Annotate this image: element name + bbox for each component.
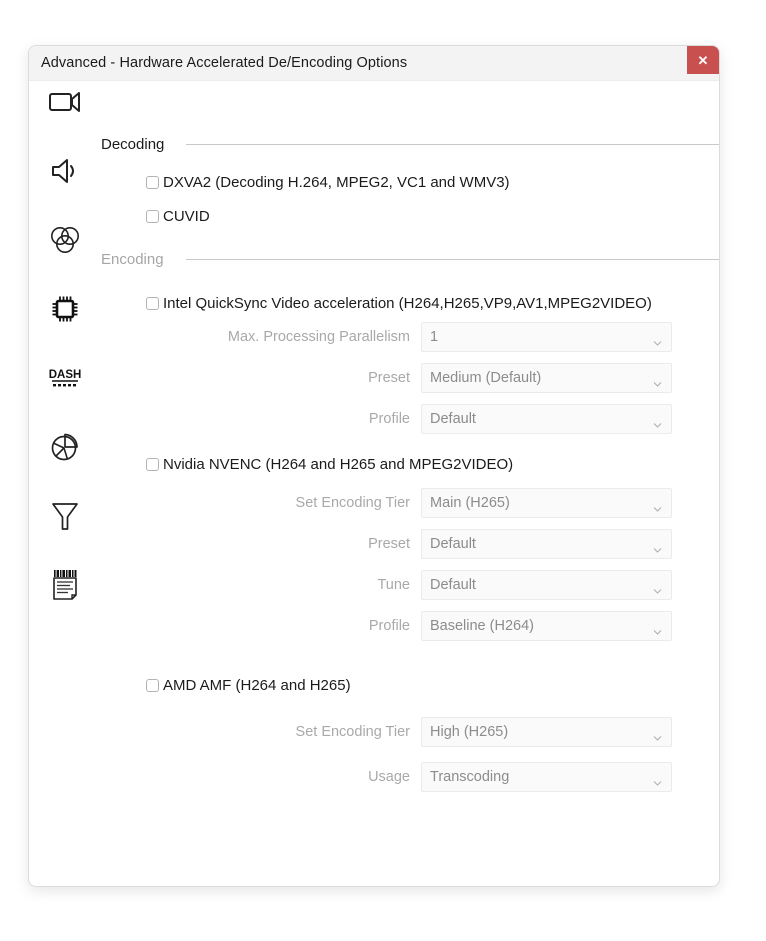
section-header-decoding: Decoding xyxy=(101,136,719,153)
field-label-nvenc-encoding-tier: Set Encoding Tier xyxy=(295,495,410,511)
dropdown-amf-encoding-tier[interactable]: High (H265) xyxy=(421,717,672,747)
field-amf-usage: Usage Transcoding xyxy=(101,762,719,792)
cuvid-checkbox-box[interactable] xyxy=(146,210,159,223)
sidebar: DASH xyxy=(29,79,101,886)
field-label-amf-encoding-tier: Set Encoding Tier xyxy=(295,724,410,740)
pie-chart-icon xyxy=(49,431,81,463)
section-divider xyxy=(186,144,719,145)
dropdown-amf-usage[interactable]: Transcoding xyxy=(421,762,672,792)
dropdown-value: Default xyxy=(430,411,476,427)
field-nvenc-preset: Preset Default xyxy=(101,529,719,559)
amd-amf-checkbox-box[interactable] xyxy=(146,679,159,692)
color-circles-icon xyxy=(49,225,81,255)
chevron-down-icon xyxy=(653,417,662,428)
dash-icon: DASH xyxy=(48,366,82,390)
field-nvenc-tune: Tune Default xyxy=(101,570,719,600)
chevron-down-icon xyxy=(653,624,662,635)
dropdown-nvenc-profile[interactable]: Baseline (H264) xyxy=(421,611,672,641)
dropdown-value: Transcoding xyxy=(430,769,510,785)
checkbox-intel-quicksync-label: Intel QuickSync Video acceleration (H264… xyxy=(163,295,652,312)
sidebar-item-statistics[interactable] xyxy=(29,424,101,470)
sidebar-item-filters[interactable] xyxy=(29,493,101,539)
sidebar-item-dash[interactable]: DASH xyxy=(29,355,101,401)
dropdown-value: High (H265) xyxy=(430,724,509,740)
checkbox-dxva2[interactable]: DXVA2 (Decoding H.264, MPEG2, VC1 and WM… xyxy=(146,174,510,191)
chevron-down-icon xyxy=(653,583,662,594)
field-label-amf-usage: Usage xyxy=(368,769,410,785)
dropdown-max-processing-parallelism[interactable]: 1 xyxy=(421,322,672,352)
checkbox-nvidia-nvenc-label: Nvidia NVENC (H264 and H265 and MPEG2VID… xyxy=(163,456,514,473)
dropdown-nvenc-preset[interactable]: Default xyxy=(421,529,672,559)
field-nvenc-encoding-tier: Set Encoding Tier Main (H265) xyxy=(101,488,719,518)
sidebar-item-video[interactable] xyxy=(29,79,101,125)
checkbox-amd-amf-label: AMD AMF (H264 and H265) xyxy=(163,677,351,694)
field-label-max-processing-parallelism: Max. Processing Parallelism xyxy=(227,329,410,345)
checkbox-dxva2-label: DXVA2 (Decoding H.264, MPEG2, VC1 and WM… xyxy=(163,174,510,191)
dropdown-value: Main (H265) xyxy=(430,495,510,511)
titlebar: Advanced - Hardware Accelerated De/Encod… xyxy=(29,46,719,81)
section-header-encoding: Encoding xyxy=(101,251,719,268)
chevron-down-icon xyxy=(653,335,662,346)
field-quicksync-profile: Profile Default xyxy=(101,404,719,434)
dropdown-value: Default xyxy=(430,536,476,552)
checkbox-amd-amf[interactable]: AMD AMF (H264 and H265) xyxy=(146,677,351,694)
chevron-down-icon xyxy=(653,730,662,741)
close-button[interactable]: ✕ xyxy=(687,46,719,74)
section-title-decoding: Decoding xyxy=(101,136,165,153)
chevron-down-icon xyxy=(653,376,662,387)
checkbox-intel-quicksync[interactable]: Intel QuickSync Video acceleration (H264… xyxy=(146,295,652,312)
speaker-icon xyxy=(50,157,80,185)
checkbox-cuvid-label: CUVID xyxy=(163,208,210,225)
dropdown-value: Default xyxy=(430,577,476,593)
chevron-down-icon xyxy=(653,542,662,553)
section-divider xyxy=(185,259,719,260)
dialog-body: DASH Decoding DXVA2 (Decoding H.264, MPE… xyxy=(29,79,719,886)
field-label-nvenc-profile: Profile xyxy=(368,618,410,634)
dropdown-value: Medium (Default) xyxy=(430,370,542,386)
section-title-encoding: Encoding xyxy=(101,251,164,268)
sidebar-item-color[interactable] xyxy=(29,217,101,263)
video-camera-icon xyxy=(49,90,81,114)
window-title: Advanced - Hardware Accelerated De/Encod… xyxy=(41,55,408,71)
sidebar-item-hardware[interactable] xyxy=(29,286,101,332)
sidebar-item-subtitles[interactable] xyxy=(29,562,101,608)
cpu-chip-icon xyxy=(49,293,81,325)
dropdown-quicksync-preset[interactable]: Medium (Default) xyxy=(421,363,672,393)
field-label-nvenc-tune: Tune xyxy=(377,577,410,593)
field-max-processing-parallelism: Max. Processing Parallelism 1 xyxy=(101,322,719,352)
field-amf-encoding-tier: Set Encoding Tier High (H265) xyxy=(101,717,719,747)
field-label-quicksync-profile: Profile xyxy=(368,411,410,427)
intel-quicksync-checkbox-box[interactable] xyxy=(146,297,159,310)
dxva2-checkbox-box[interactable] xyxy=(146,176,159,189)
dropdown-value: 1 xyxy=(430,329,439,345)
svg-text:DASH: DASH xyxy=(49,369,82,381)
dropdown-quicksync-profile[interactable]: Default xyxy=(421,404,672,434)
dropdown-nvenc-tune[interactable]: Default xyxy=(421,570,672,600)
content-pane: Decoding DXVA2 (Decoding H.264, MPEG2, V… xyxy=(101,81,719,886)
chevron-down-icon xyxy=(653,775,662,786)
checkbox-nvidia-nvenc[interactable]: Nvidia NVENC (H264 and H265 and MPEG2VID… xyxy=(146,456,513,473)
nvidia-nvenc-checkbox-box[interactable] xyxy=(146,458,159,471)
field-nvenc-profile: Profile Baseline (H264) xyxy=(101,611,719,641)
field-quicksync-preset: Preset Medium (Default) xyxy=(101,363,719,393)
field-label-quicksync-preset: Preset xyxy=(368,370,410,386)
sidebar-item-audio[interactable] xyxy=(29,148,101,194)
checkbox-cuvid[interactable]: CUVID xyxy=(146,208,210,225)
dropdown-value: Baseline (H264) xyxy=(430,618,534,634)
document-lines-icon xyxy=(50,568,80,602)
field-label-nvenc-preset: Preset xyxy=(368,536,410,552)
chevron-down-icon xyxy=(653,501,662,512)
funnel-icon xyxy=(50,500,80,532)
dialog-window: Advanced - Hardware Accelerated De/Encod… xyxy=(28,45,720,887)
dropdown-nvenc-encoding-tier[interactable]: Main (H265) xyxy=(421,488,672,518)
